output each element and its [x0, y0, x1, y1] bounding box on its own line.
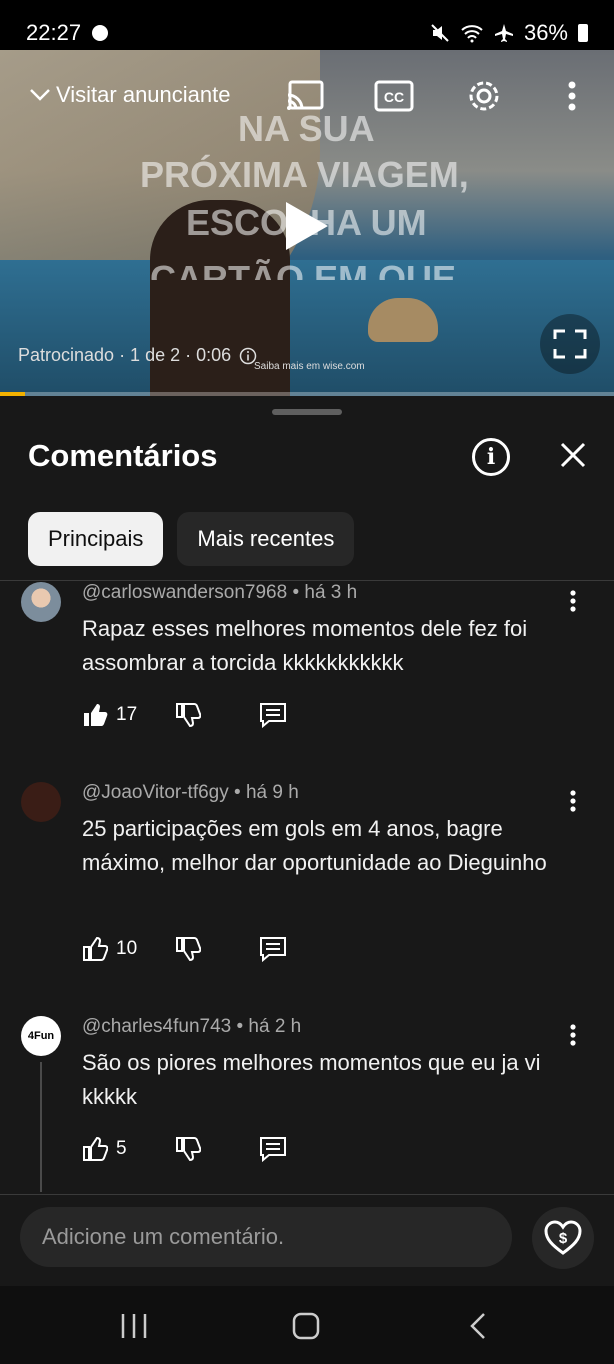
- comment-text: São os piores melhores momentos que eu j…: [82, 1050, 541, 1109]
- reply-thread-line: [40, 1062, 42, 1192]
- fullscreen-button[interactable]: [540, 314, 600, 374]
- svg-text:$: $: [559, 1230, 568, 1247]
- battery-percent: 36%: [523, 20, 568, 45]
- notification-icon: [92, 25, 108, 41]
- more-vert-icon[interactable]: [566, 590, 580, 612]
- learn-more-link[interactable]: Saiba mais em wise.com: [254, 361, 365, 372]
- comment-author[interactable]: @carloswanderson7968 • há 3 h: [82, 582, 357, 604]
- reply-button[interactable]: [259, 936, 287, 962]
- visit-advertiser-button[interactable]: Visitar anunciante: [28, 82, 231, 108]
- reply-icon: [259, 1137, 286, 1162]
- reply-button[interactable]: [259, 1136, 287, 1162]
- recent-apps-button[interactable]: [104, 1304, 164, 1348]
- wifi-icon: [461, 25, 483, 43]
- video-player[interactable]: NA SUA PRÓXIMA VIAGEM, ESCOLHA UM CARTÃO…: [0, 50, 614, 396]
- visit-advertiser-label: Visitar anunciante: [56, 82, 231, 107]
- thumbs-down-icon: [176, 937, 202, 962]
- sort-chips: Principais Mais recentes: [28, 512, 355, 566]
- thumbs-down-icon: [176, 703, 202, 728]
- airplane-icon: [494, 24, 513, 42]
- reply-button[interactable]: [259, 702, 287, 728]
- avatar[interactable]: [21, 582, 61, 622]
- back-button[interactable]: [448, 1304, 508, 1348]
- captions-icon: CC: [374, 80, 414, 112]
- dislike-button[interactable]: [175, 1136, 201, 1162]
- like-button[interactable]: 10: [82, 936, 137, 962]
- avatar[interactable]: [21, 782, 61, 822]
- comments-panel: Comentários i Principais Mais recentes @…: [0, 396, 614, 1286]
- thumbs-down-icon: [175, 1137, 201, 1162]
- status-time: 22:27: [26, 20, 82, 45]
- svg-text:CC: CC: [384, 89, 404, 105]
- comment-text: Rapaz esses melhores momentos dele fez f…: [82, 616, 528, 675]
- dislike-button[interactable]: [175, 702, 202, 728]
- more-options-button[interactable]: [552, 76, 592, 116]
- fullscreen-icon: [553, 329, 587, 359]
- close-icon: [560, 442, 586, 468]
- chip-top[interactable]: Principais: [28, 512, 164, 566]
- info-icon[interactable]: i: [472, 438, 510, 476]
- system-nav-bar: [0, 1286, 614, 1364]
- mute-icon: [431, 24, 449, 42]
- chevron-down-icon: [30, 89, 50, 101]
- avatar-logo-text: 4Fun: [27, 1030, 55, 1042]
- recent-apps-icon: [121, 1314, 147, 1338]
- captions-button[interactable]: CC: [374, 76, 414, 116]
- more-vert-icon: [568, 81, 576, 111]
- home-icon: [292, 1312, 320, 1340]
- chip-newest[interactable]: Mais recentes: [177, 512, 355, 566]
- play-icon: [286, 202, 328, 250]
- add-comment-bar: Adicione um comentário. $: [0, 1194, 614, 1287]
- gear-icon: [469, 81, 499, 111]
- comment-author[interactable]: @JoaoVitor-tf6gy • há 9 h: [82, 782, 299, 804]
- home-button[interactable]: [276, 1304, 336, 1348]
- status-right: 36%: [430, 20, 588, 46]
- heart-dollar-icon: $: [544, 1220, 582, 1255]
- thumbs-up-icon: [83, 1136, 108, 1161]
- more-vert-icon[interactable]: [566, 790, 580, 812]
- add-comment-input[interactable]: Adicione um comentário.: [20, 1207, 512, 1267]
- reply-icon: [260, 703, 287, 728]
- dislike-button[interactable]: [175, 936, 202, 962]
- settings-button[interactable]: [464, 76, 504, 116]
- avatar[interactable]: 4Fun: [21, 1016, 61, 1056]
- divider: [0, 580, 614, 581]
- like-button[interactable]: 17: [82, 702, 137, 728]
- cast-icon: [287, 80, 324, 110]
- like-count: 5: [116, 1138, 127, 1159]
- status-bar: 22:27 36%: [0, 0, 614, 50]
- super-thanks-button[interactable]: $: [532, 1207, 594, 1269]
- comment-actions: 10: [82, 936, 287, 962]
- like-button[interactable]: 5: [82, 1136, 127, 1162]
- comments-title: Comentários: [28, 438, 218, 473]
- battery-icon: [578, 24, 588, 42]
- reply-icon: [260, 937, 287, 962]
- like-count: 17: [116, 704, 138, 725]
- comment-actions: 5: [82, 1136, 287, 1162]
- thumbs-up-filled-icon: [84, 704, 108, 726]
- play-button[interactable]: [268, 190, 340, 262]
- cast-button[interactable]: [286, 76, 326, 116]
- thumbs-up-icon: [83, 936, 108, 961]
- sponsored-info: Patrocinado · 1 de 2 · 0:06: [18, 345, 257, 366]
- comment-text: 25 participações em gols em 4 anos, bagr…: [82, 816, 547, 875]
- more-vert-icon[interactable]: [566, 1024, 580, 1046]
- comment-actions: 17: [82, 702, 287, 728]
- back-icon: [470, 1313, 485, 1339]
- close-button[interactable]: [554, 436, 592, 474]
- drag-handle[interactable]: [272, 409, 342, 415]
- comment-author[interactable]: @charles4fun743 • há 2 h: [82, 1016, 301, 1038]
- like-count: 10: [116, 938, 138, 959]
- sponsored-label: Patrocinado · 1 de 2 · 0:06: [18, 345, 232, 365]
